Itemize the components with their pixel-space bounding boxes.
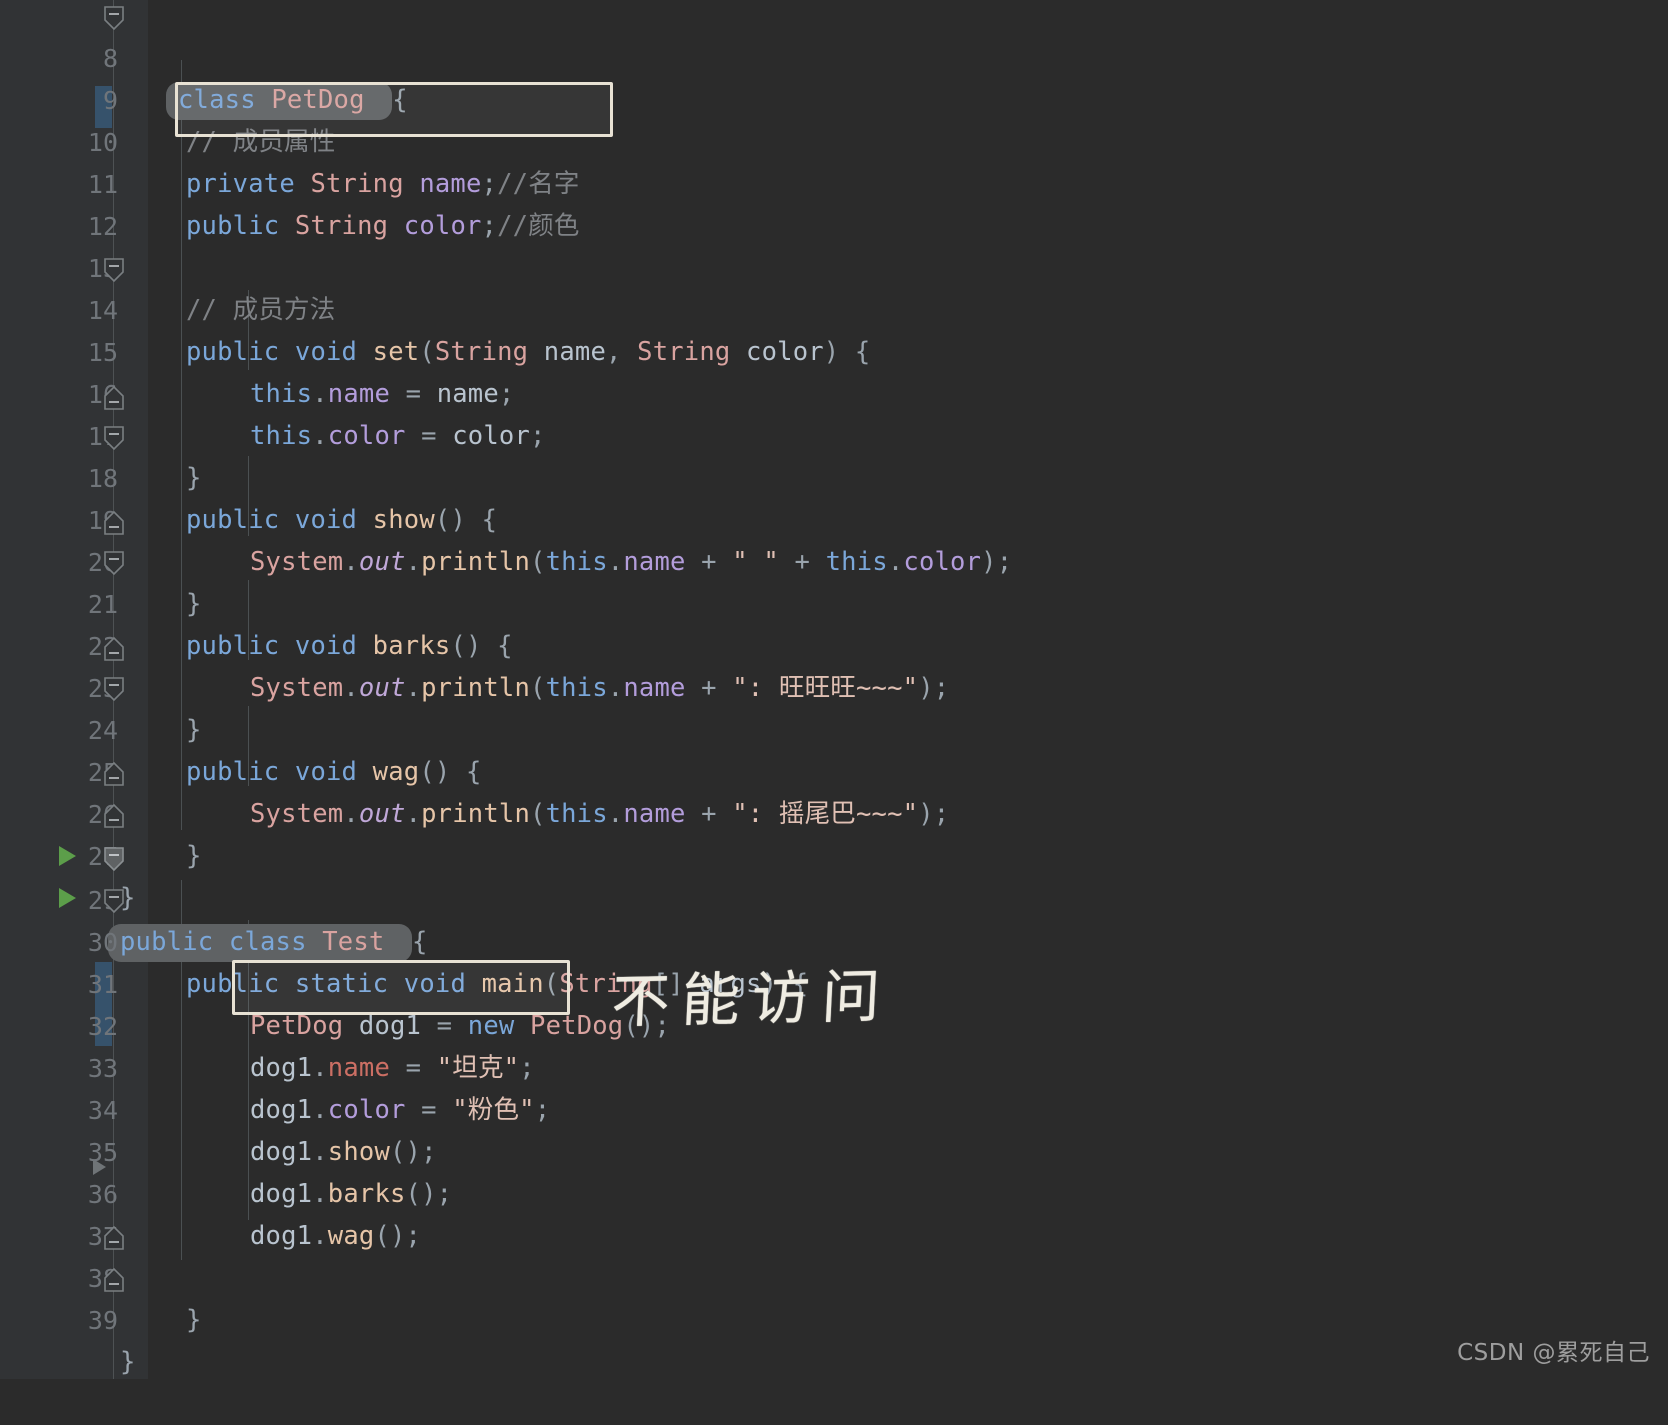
fold-marker-open[interactable]: [103, 676, 125, 702]
code-line[interactable]: 15 this.name = name;: [0, 290, 1668, 409]
fold-marker-close[interactable]: [103, 803, 125, 829]
code-line[interactable]: 17 }: [0, 374, 1668, 493]
code-line[interactable]: 12: [0, 164, 1668, 241]
handwritten-annotation: 不能访问: [609, 962, 894, 1036]
code-line[interactable]: 18 public void show() {: [0, 416, 1668, 535]
code-line[interactable]: 36 dog1.wag();: [0, 1132, 1668, 1251]
fold-marker-close[interactable]: [103, 385, 125, 411]
fold-marker-close[interactable]: [103, 636, 125, 662]
code-line[interactable]: 21 public void barks() {: [0, 542, 1668, 661]
code-line[interactable]: 22 System.out.println(this.name + ": 旺旺旺…: [0, 584, 1668, 703]
watermark: CSDN @累死自己: [1457, 1340, 1650, 1366]
code-line[interactable]: 24 public void wag() {: [0, 668, 1668, 787]
code-line[interactable]: 25 System.out.println(this.name + ": 摇尾巴…: [0, 710, 1668, 829]
code-line[interactable]: 38 }: [0, 1216, 1668, 1335]
line-content[interactable]: }: [186, 1300, 202, 1342]
fold-marker-close[interactable]: [103, 761, 125, 787]
code-line-boxed[interactable]: 10 private String name;//名字: [0, 80, 1668, 199]
code-line[interactable]: 30 public static void main(String[] args…: [0, 880, 1668, 999]
token-brace: }: [186, 1304, 202, 1335]
fold-marker-close[interactable]: [103, 1225, 125, 1251]
fold-marker-open[interactable]: [103, 846, 125, 872]
code-line[interactable]: 13 // 成员方法: [0, 206, 1668, 325]
token-brace: }: [120, 1346, 136, 1377]
code-line[interactable]: 35 dog1.barks();: [0, 1090, 1668, 1209]
fold-marker-open[interactable]: [103, 425, 125, 451]
code-line[interactable]: 16 this.color = color;: [0, 332, 1668, 451]
code-line[interactable]: 8 class PetDog {: [0, 0, 1668, 120]
code-line[interactable]: 29 public class Test {: [0, 838, 1668, 962]
code-line[interactable]: 27 }: [0, 794, 1668, 913]
fold-marker-open[interactable]: [103, 550, 125, 576]
code-line[interactable]: 11 public String color;//颜色: [0, 122, 1668, 241]
code-line[interactable]: 37: [0, 1174, 1668, 1251]
line-content[interactable]: }: [120, 1342, 136, 1384]
fold-marker-open[interactable]: [103, 257, 125, 283]
code-line[interactable]: 9 // 成员属性: [0, 38, 1668, 157]
fold-marker-open[interactable]: [103, 5, 125, 31]
code-line[interactable]: 39 }: [0, 1258, 1668, 1377]
code-line[interactable]: 23 }: [0, 626, 1668, 745]
code-line[interactable]: 14 public void set(String name, String c…: [0, 248, 1668, 367]
code-editor[interactable]: 8 class PetDog { 9 // 成员属性 10 private St…: [0, 0, 1668, 1379]
code-line[interactable]: 34 dog1.show();: [0, 1048, 1668, 1167]
fold-marker-close[interactable]: [103, 510, 125, 536]
line-number: 39: [87, 1305, 118, 1335]
fold-marker-open[interactable]: [103, 888, 125, 914]
code-line[interactable]: 26 }: [0, 752, 1668, 871]
fold-marker-close[interactable]: [103, 1267, 125, 1293]
code-line[interactable]: 19 System.out.println(this.name + " " + …: [0, 458, 1668, 577]
code-line[interactable]: 20 }: [0, 500, 1668, 619]
